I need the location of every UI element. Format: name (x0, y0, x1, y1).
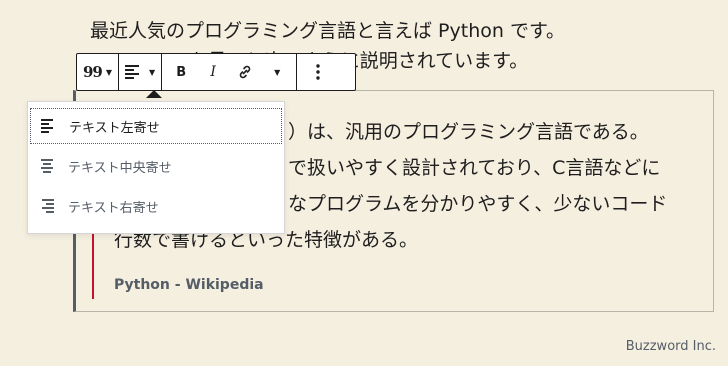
quote-line-1: ）は、汎用のプログラミング言語である。 (288, 121, 649, 143)
align-left-icon (125, 65, 140, 79)
watermark: Buzzword Inc. (625, 339, 716, 354)
menu-item-align-center[interactable]: テキスト中央寄せ (30, 148, 282, 184)
more-vertical-icon (316, 64, 320, 80)
menu-item-label: テキスト右寄せ (68, 200, 159, 216)
chevron-down-icon: ▼ (105, 67, 113, 77)
alignment-group: ▼ (119, 54, 163, 90)
more-group (297, 54, 339, 90)
alignment-dropdown: テキスト左寄せ テキスト中央寄せ テキスト右寄せ (27, 101, 285, 234)
align-right-icon (40, 199, 54, 213)
align-left-icon (41, 119, 55, 133)
format-group: B I ▼ (162, 54, 298, 90)
menu-item-label: テキスト左寄せ (69, 120, 160, 136)
bold-button[interactable]: B (172, 57, 190, 87)
more-options-button[interactable] (309, 57, 327, 87)
paragraph-line-1: 最近人気のプログラミング言語と言えば Python です。 (90, 20, 566, 42)
quote-citation[interactable]: Python - Wikipedia (114, 277, 264, 293)
block-type-button[interactable]: 99 ▼ (83, 57, 112, 87)
chevron-down-icon: ▼ (149, 67, 156, 77)
align-button[interactable]: ▼ (125, 57, 155, 87)
align-center-icon (40, 159, 54, 173)
menu-item-align-left[interactable]: テキスト左寄せ (30, 108, 282, 144)
italic-button[interactable]: I (204, 57, 222, 87)
block-toolbar: 99 ▼ ▼ B I ▼ (76, 53, 356, 91)
quote-line-2: で扱いやすく設計されており、C言語などに (288, 157, 661, 179)
link-button[interactable] (236, 57, 254, 87)
quote-line-3: なプログラムを分かりやすく、少ないコード (288, 193, 668, 215)
block-type-group: 99 ▼ (77, 54, 120, 90)
quote-icon: 99 (83, 63, 103, 81)
toolbar-pointer (146, 90, 162, 98)
link-icon (239, 65, 251, 79)
chevron-down-icon: ▼ (274, 67, 281, 77)
menu-item-align-right[interactable]: テキスト右寄せ (30, 188, 282, 224)
more-format-button[interactable]: ▼ (268, 57, 286, 87)
menu-item-label: テキスト中央寄せ (68, 160, 172, 176)
